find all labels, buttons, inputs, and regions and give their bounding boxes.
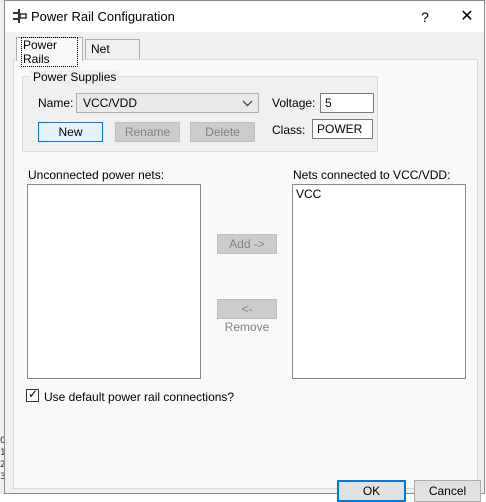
chevron-down-icon [242,100,253,107]
class-field[interactable]: POWER [312,119,373,139]
class-value: POWER [317,122,363,136]
name-label: Name: [38,96,74,110]
voltage-label: Voltage: [272,96,316,110]
remove-button[interactable]: <- Remove [217,299,277,334]
list-item[interactable]: VCC [293,185,465,203]
unconnected-nets-list[interactable] [27,184,201,379]
default-rail-checkbox[interactable]: ✓ [26,387,39,402]
unconnected-nets-label: Unconnected power nets: [28,168,165,182]
class-label: Class: [272,123,306,137]
cancel-button[interactable]: Cancel [414,480,481,502]
connected-nets-label: Nets connected to VCC/VDD: [293,168,451,182]
new-button[interactable]: New [38,122,103,142]
tab-power-rails[interactable]: Power Rails [16,37,83,67]
voltage-value: 5 [325,96,332,110]
title-bar[interactable]: Power Rail Configuration ? ✕ [5,1,484,32]
dialog-title: Power Rail Configuration [31,9,175,24]
ok-button[interactable]: OK [337,480,406,502]
close-button[interactable]: ✕ [455,7,479,27]
connected-nets-list[interactable]: VCC [292,184,466,379]
power-rail-app-icon [13,9,27,23]
tab-power-rails-label: Power Rails [21,37,78,67]
tab-net-class[interactable]: Net Class [85,39,140,75]
voltage-field[interactable]: 5 [320,93,374,113]
power-supplies-title: Power Supplies [30,70,120,84]
name-select[interactable]: VCC/VDD [76,93,259,113]
default-rail-label[interactable]: Use default power rail connections? [44,390,234,404]
checkmark-icon: ✓ [28,387,39,401]
delete-button[interactable]: Delete [190,122,255,142]
name-select-value: VCC/VDD [83,96,138,110]
rename-button[interactable]: Rename [115,122,180,142]
add-button[interactable]: Add -> [217,234,277,254]
help-button[interactable]: ? [415,7,435,27]
